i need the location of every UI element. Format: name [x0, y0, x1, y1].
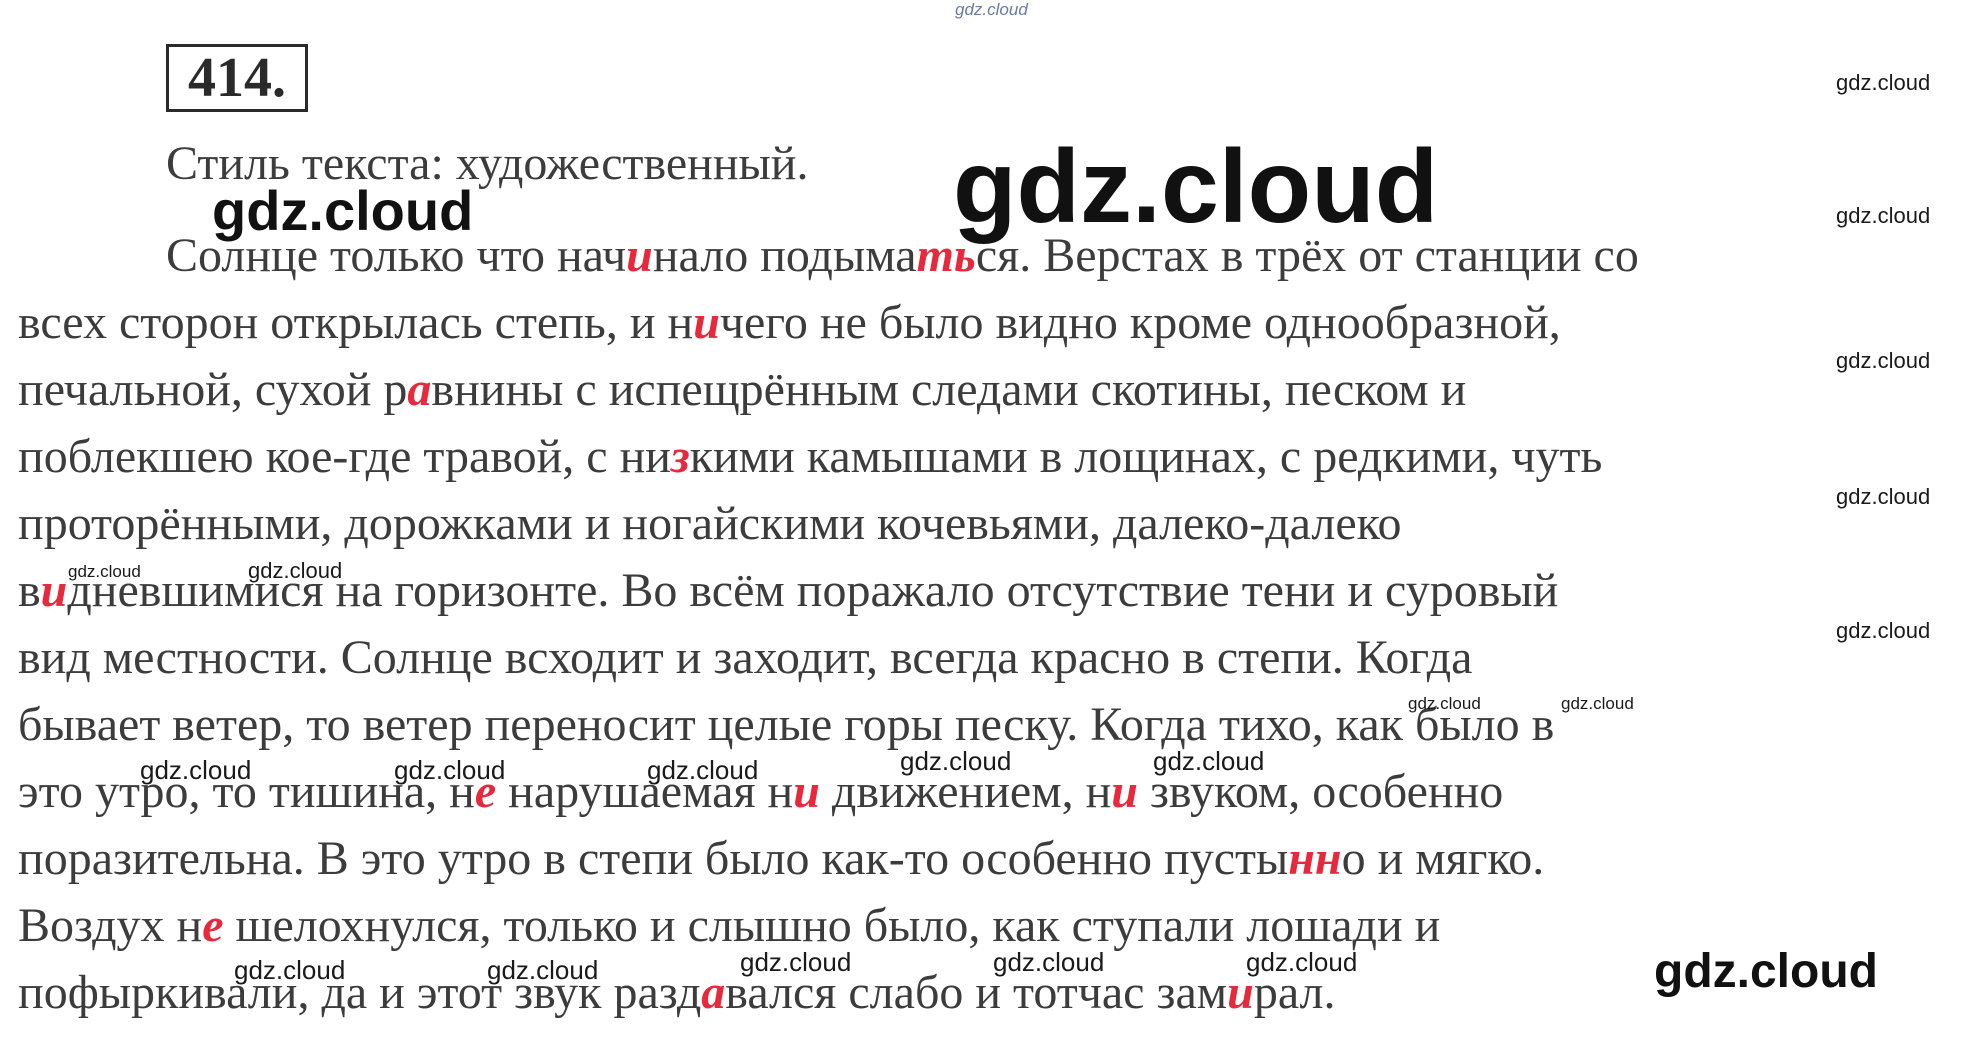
watermark: gdz.cloud: [1836, 484, 1931, 509]
watermark: gdz.cloud: [900, 746, 1012, 776]
text-segment: шелохнулся, только и слышно было, как ст…: [223, 899, 1441, 952]
watermark: gdz.cloud: [1654, 945, 1878, 998]
watermark: gdz.cloud: [394, 755, 506, 785]
text-line: пофыркивали, да и этот звук раздавался с…: [18, 959, 1336, 1027]
text-segment: поразительна. В это утро в степи было ка…: [18, 832, 1289, 885]
text-line: проторёнными, дорожками и ногайскими коч…: [18, 490, 1402, 558]
highlighted-letter: а: [407, 363, 432, 416]
text-segment: Воздух н: [18, 899, 203, 952]
highlighted-letter: з: [670, 430, 690, 483]
text-segment: чего не было видно кроме однообразной,: [719, 296, 1561, 349]
watermark: gdz.cloud: [1836, 70, 1931, 95]
highlighted-letter: нн: [1288, 832, 1342, 885]
text-segment: пофыркивали, да и этот звук разд: [18, 966, 702, 1019]
watermark: gdz.cloud: [647, 755, 759, 785]
watermark: gdz.cloud: [1836, 203, 1931, 228]
exercise-number: 414.: [166, 44, 308, 112]
textbook-page: 414. Стиль текста: художественный. Солнц…: [0, 0, 1981, 1041]
text-line: бывает ветер, то ветер переносит целые г…: [18, 691, 1554, 759]
watermark: gdz.cloud: [1153, 746, 1265, 776]
text-segment: проторёнными, дорожками и ногайскими коч…: [18, 497, 1402, 550]
highlighted-letter: а: [701, 966, 726, 1019]
text-segment: нало подыма: [652, 229, 917, 282]
watermark: gdz.cloud: [1246, 947, 1358, 977]
watermark: gdz.cloud: [1836, 618, 1931, 643]
text-line: поразительна. В это утро в степи было ка…: [18, 825, 1544, 893]
text-segment: в: [18, 564, 41, 617]
watermark: gdz.cloud: [955, 0, 1028, 19]
text-segment: вид местности. Солнце всходит и заходит,…: [18, 631, 1473, 684]
text-segment: бывает ветер, то ветер переносит целые г…: [18, 698, 1555, 751]
watermark: gdz.cloud: [140, 755, 252, 785]
highlighted-letter: и: [793, 765, 820, 818]
text-segment: внины с испещрённым следами скотины, пес…: [431, 363, 1467, 416]
watermark: gdz.cloud: [740, 947, 852, 977]
highlighted-letter: е: [202, 899, 224, 952]
watermark: gdz.cloud: [1836, 348, 1931, 373]
text-segment: поблекшею кое-где травой, с ни: [18, 430, 671, 483]
text-line: печальной, сухой равнины с испещрённым с…: [18, 356, 1466, 424]
text-segment: всех сторон открылась степь, и н: [18, 296, 694, 349]
watermark: gdz.cloud: [234, 955, 346, 985]
highlighted-letter: и: [40, 564, 68, 617]
text-line: вид местности. Солнце всходит и заходит,…: [18, 624, 1472, 692]
watermark: gdz.cloud: [68, 562, 141, 581]
watermark: gdz.cloud: [993, 947, 1105, 977]
watermark: gdz.cloud: [248, 558, 343, 583]
text-segment: кими камышами в лощинах, с редкими, чуть: [689, 430, 1603, 483]
text-line: поблекшею кое-где травой, с низкими камы…: [18, 423, 1602, 491]
text-segment: печальной, сухой р: [18, 363, 408, 416]
watermark: gdz.cloud: [953, 129, 1439, 245]
highlighted-letter: и: [626, 229, 653, 282]
text-segment: о и мягко.: [1341, 832, 1545, 885]
text-line: всех сторон открылась степь, и ничего не…: [18, 289, 1561, 357]
watermark: gdz.cloud: [212, 179, 474, 242]
watermark: gdz.cloud: [1561, 694, 1634, 713]
highlighted-letter: и: [693, 296, 720, 349]
watermark: gdz.cloud: [487, 955, 599, 985]
highlighted-letter: и: [1111, 765, 1138, 818]
text-line: Воздух не шелохнулся, только и слышно бы…: [18, 892, 1440, 960]
watermark: gdz.cloud: [1408, 694, 1481, 713]
